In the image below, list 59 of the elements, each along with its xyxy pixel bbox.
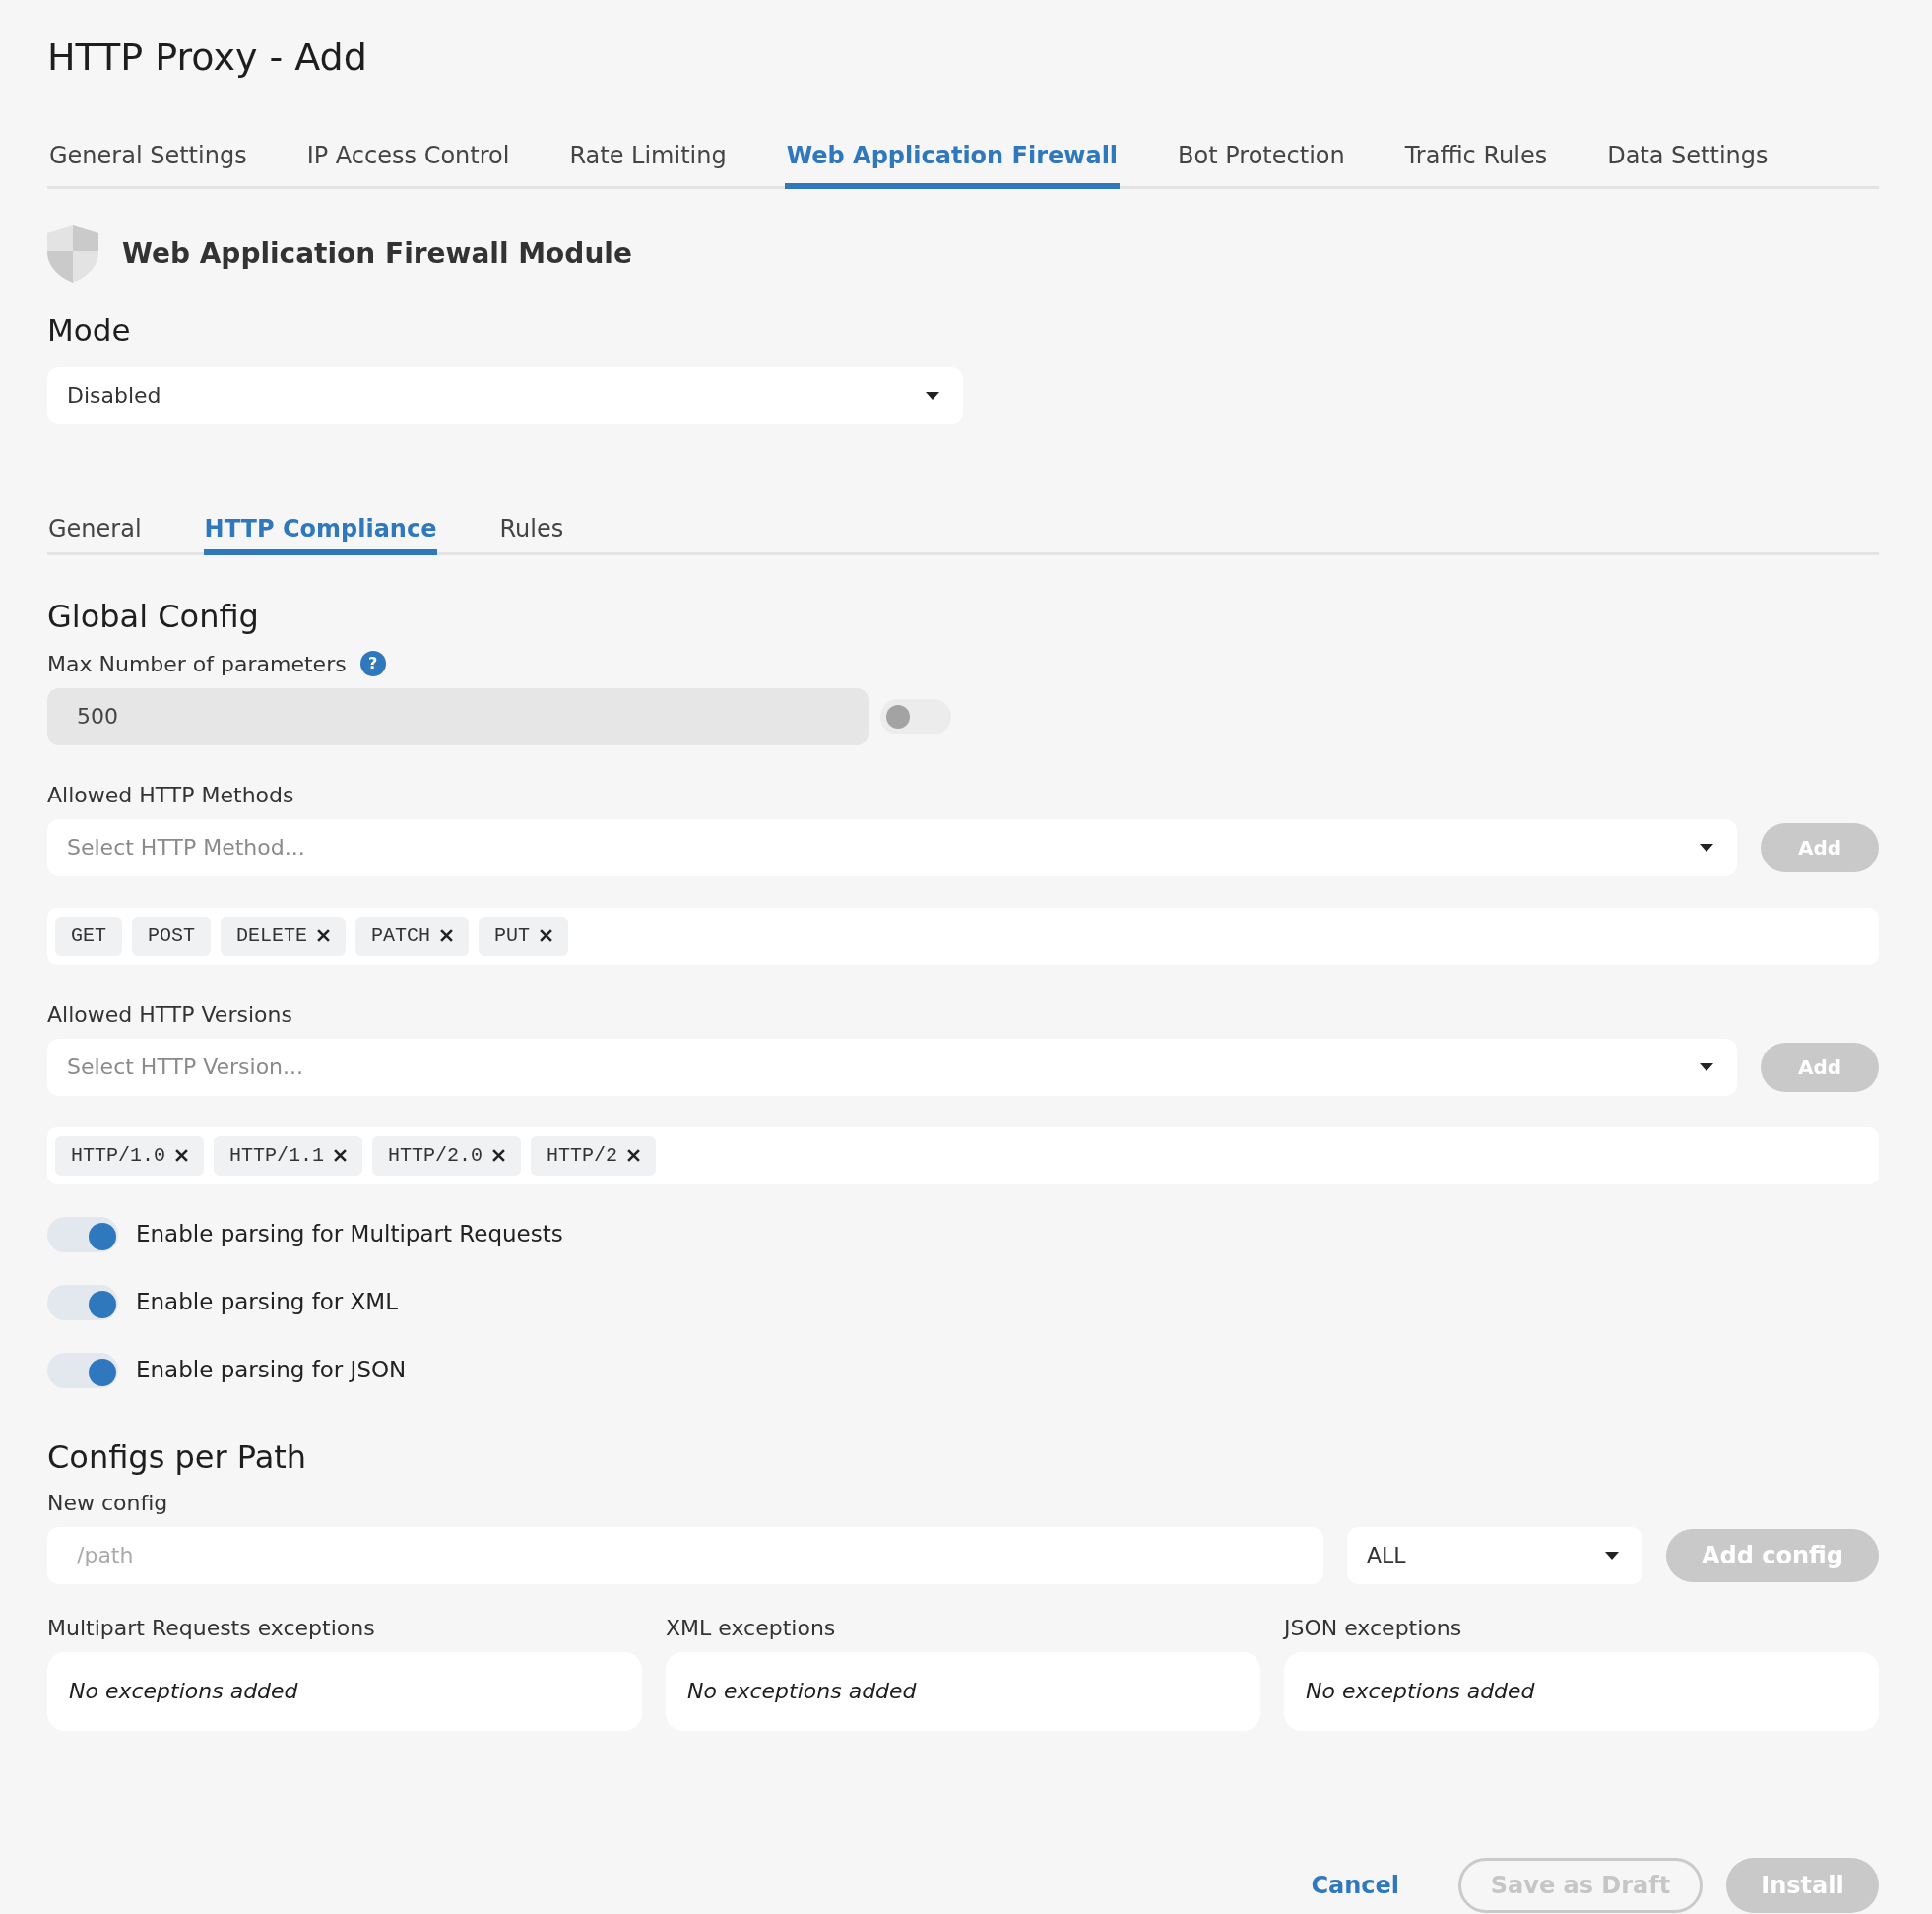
tab[interactable]: Rules — [498, 465, 565, 555]
module-title: Web Application Firewall Module — [122, 236, 632, 272]
caret-icon — [1605, 1551, 1619, 1560]
tab[interactable]: HTTP Compliance — [203, 465, 438, 555]
tab[interactable]: General — [47, 465, 143, 555]
cancel-link[interactable]: Cancel — [1291, 1856, 1419, 1914]
tag-label: PATCH — [371, 923, 431, 949]
remove-icon[interactable] — [440, 929, 454, 942]
section-heading: Mode — [47, 311, 132, 350]
tag-label: GET — [71, 923, 106, 949]
field-label: XML exceptions — [666, 1614, 837, 1642]
tag-label: HTTP/2 — [547, 1142, 618, 1169]
shield-icon — [47, 225, 98, 283]
toggle-label: Enable parsing for JSON — [136, 1356, 407, 1385]
tab[interactable]: Bot Protection — [1176, 98, 1347, 189]
remove-icon[interactable] — [627, 1149, 641, 1162]
section-heading: Global Config — [47, 596, 260, 637]
toggle-switch[interactable] — [47, 1284, 118, 1320]
field-label: Max Number of parameters — [47, 650, 347, 678]
page-title: HTTP Proxy - Add — [47, 34, 368, 81]
help-icon[interactable]: ? — [359, 651, 386, 676]
field-label: JSON exceptions — [1284, 1614, 1463, 1642]
toggle-label: Enable parsing for Multipart Requests — [136, 1220, 563, 1249]
empty-message: No exceptions added — [687, 1678, 917, 1705]
path-field[interactable]: /path — [47, 1526, 1323, 1584]
field-label: Allowed HTTP Methods — [47, 781, 295, 809]
empty-message: No exceptions added — [69, 1678, 298, 1705]
tab[interactable]: Data Settings — [1605, 98, 1771, 189]
tag-label: PUT — [494, 923, 531, 949]
tag-label: DELETE — [236, 923, 308, 949]
remove-icon[interactable] — [334, 1149, 348, 1162]
tab[interactable]: Web Application Firewall — [784, 98, 1121, 189]
caret-icon — [1700, 1062, 1713, 1071]
tab[interactable]: Rate Limiting — [567, 98, 729, 189]
tab[interactable]: General Settings — [47, 98, 249, 189]
empty-message: No exceptions added — [1306, 1678, 1535, 1705]
toggle-switch[interactable] — [47, 1352, 118, 1388]
field-label: Allowed HTTP Versions — [47, 1000, 293, 1029]
tag-label: HTTP/1.1 — [229, 1142, 325, 1169]
tag-label: HTTP/1.0 — [71, 1142, 165, 1169]
tag-label: POST — [148, 923, 196, 949]
toggle-label: Enable parsing for XML — [136, 1288, 399, 1317]
toggle-switch[interactable] — [47, 1216, 118, 1252]
remove-icon[interactable] — [317, 929, 331, 942]
number-field[interactable]: 500 — [47, 687, 869, 745]
method-dropdown[interactable]: ALL — [1347, 1526, 1642, 1584]
tab[interactable]: IP Access Control — [304, 98, 512, 189]
toggle-switch[interactable] — [880, 698, 951, 734]
field-label: New config — [47, 1489, 169, 1517]
mode-dropdown[interactable]: Disabled — [47, 366, 963, 424]
tag-label: HTTP/2.0 — [388, 1142, 483, 1169]
tab[interactable]: Traffic Rules — [1402, 98, 1550, 189]
section-heading: Configs per Path — [47, 1436, 308, 1478]
remove-icon[interactable] — [540, 929, 553, 942]
remove-icon[interactable] — [492, 1149, 506, 1162]
caret-icon — [926, 391, 939, 400]
field-label: Multipart Requests exceptions — [47, 1614, 376, 1642]
caret-icon — [1700, 843, 1713, 852]
remove-icon[interactable] — [175, 1149, 188, 1162]
